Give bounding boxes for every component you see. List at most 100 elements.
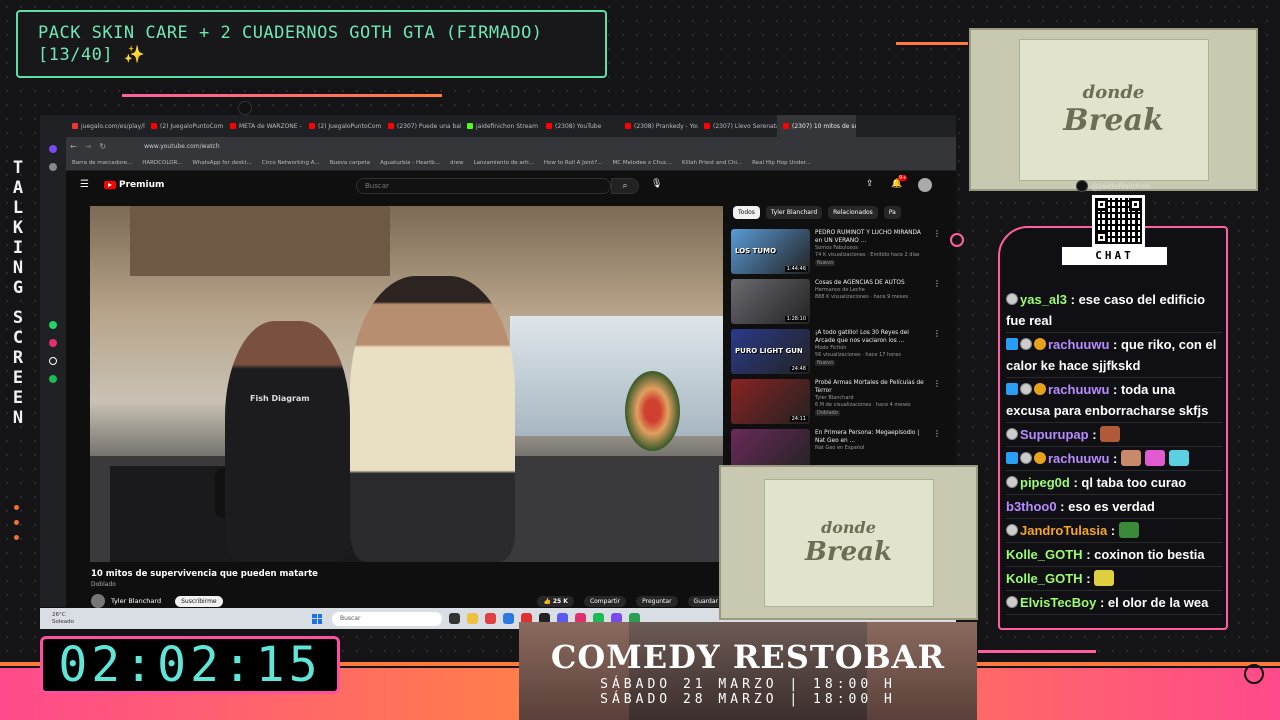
bookmark-item[interactable]: Aguaturbia - Heartb... xyxy=(380,160,440,166)
skull-badge-icon xyxy=(1006,476,1018,488)
filter-chip[interactable]: Todos xyxy=(733,206,760,219)
back-icon[interactable]: ← xyxy=(70,142,77,151)
more-options-icon[interactable]: ⋮ xyxy=(933,229,941,275)
suggestion-thumbnail[interactable]: LOS TUMO 1:44:46 xyxy=(731,229,810,274)
create-icon[interactable]: ⇪ xyxy=(866,179,874,189)
bookmark-item[interactable]: drew xyxy=(450,160,464,166)
suggestion-item[interactable]: 24:11 Probé Armas Mortales de Películas d… xyxy=(731,379,941,425)
taskbar-app-icon[interactable] xyxy=(503,613,514,624)
bookmark-item[interactable]: Killah Priest and Chi... xyxy=(682,160,742,166)
browser-tab[interactable]: (2) JuegaloPuntoCom - xyxy=(303,123,382,130)
chat-username[interactable]: rachuuwu xyxy=(1048,337,1109,352)
suggestion-item[interactable]: 1:28:10 Cosas de AGENCIAS DE AUTOS Hermano… xyxy=(731,279,941,325)
suggestion-title[interactable]: Probé Armas Mortales de Películas de Ter… xyxy=(815,379,928,395)
suggestion-title[interactable]: PEDRO RUMINOT Y LUCHO MIRANDA en UN VERA… xyxy=(815,229,928,245)
more-options-icon[interactable]: ⋮ xyxy=(933,329,941,375)
sidebar-icon-search[interactable] xyxy=(49,163,57,171)
bookmark-item[interactable]: HARDCOLOR... xyxy=(142,160,182,166)
filter-chip[interactable]: Pa xyxy=(883,206,901,219)
browser-tab[interactable]: (2) JuegaloPuntoCom - xyxy=(145,123,224,130)
forward-icon[interactable]: → xyxy=(85,142,92,151)
chat-username[interactable]: b3thoo0 xyxy=(1006,499,1057,514)
bookmark-item[interactable]: Circo Networking A... xyxy=(262,160,320,166)
ask-button[interactable]: Preguntar xyxy=(636,595,678,607)
sidebar-icon-instagram[interactable] xyxy=(49,339,57,347)
search-input[interactable]: Buscar xyxy=(356,178,611,194)
bookmark-item[interactable]: MC Melodee x Chuc... xyxy=(613,160,672,166)
bookmark-item[interactable]: Nueva carpeta xyxy=(330,160,370,166)
prime-badge-icon xyxy=(1006,452,1018,464)
chat-username[interactable]: rachuuwu xyxy=(1048,382,1109,397)
channel-name[interactable]: Tyler Blanchard xyxy=(111,597,161,605)
chat-username[interactable]: JandroTulasia xyxy=(1020,523,1107,538)
browser-sidebar xyxy=(40,137,66,607)
chat-username[interactable]: rachuuwu xyxy=(1048,451,1109,466)
taskbar-app-icon[interactable] xyxy=(449,613,460,624)
suggestion-item[interactable]: LOS TUMO 1:44:46 PEDRO RUMINOT Y LUCHO MIR… xyxy=(731,229,941,275)
channel-avatar[interactable] xyxy=(91,594,105,608)
taskbar-app-icon[interactable] xyxy=(467,613,478,624)
menu-icon[interactable]: ☰ xyxy=(80,179,89,190)
bookmark-item[interactable]: How to Roll A Joint?... xyxy=(544,160,603,166)
bookmark-item[interactable]: Real Hip Hop Under... xyxy=(752,160,811,166)
avatar[interactable] xyxy=(918,178,932,192)
filter-chip[interactable]: Relacionados xyxy=(828,206,878,219)
sidebar-icon-home[interactable] xyxy=(49,145,57,153)
suggestion-tag: Doblado xyxy=(815,410,840,416)
browser-tab[interactable]: (2308) YouTube xyxy=(540,123,619,130)
weather-widget[interactable]: 26°C Soleado xyxy=(52,612,272,626)
youtube-logo[interactable]: Premium xyxy=(104,180,164,190)
bookmark-item[interactable]: WhatsApp for deskt... xyxy=(192,160,251,166)
tab-favicon-icon xyxy=(151,123,157,129)
windows-start-icon[interactable] xyxy=(312,613,322,624)
suggestion-thumbnail[interactable]: PURO LIGHT GUN 24:48 xyxy=(731,329,810,374)
suggestion-item[interactable]: PURO LIGHT GUN 24:48 ¡A todo gatillo! Los … xyxy=(731,329,941,375)
chat-username[interactable]: Kolle_GOTH xyxy=(1006,547,1083,562)
suggestion-channel[interactable]: Hermanos de Leche xyxy=(815,287,908,294)
suggestion-title[interactable]: Cosas de AGENCIAS DE AUTOS xyxy=(815,279,908,287)
suggestion-title[interactable]: En Primera Persona: Megaepisodio | Nat G… xyxy=(815,429,928,445)
sidebar-icon-tiktok[interactable] xyxy=(49,357,57,365)
taskbar-app-icon[interactable] xyxy=(485,613,496,624)
suggestion-channel[interactable]: Somos Fabulosos xyxy=(815,245,928,252)
chat-separator: : xyxy=(1107,523,1119,538)
suggestion-title[interactable]: ¡A todo gatillo! Los 30 Reyes del Arcade… xyxy=(815,329,928,345)
subscribe-button[interactable]: Suscribirme xyxy=(175,595,223,607)
bookmark-item[interactable]: Lanzamiento de arti... xyxy=(474,160,534,166)
sidebar-icon-whatsapp[interactable] xyxy=(49,321,57,329)
share-button[interactable]: Compartir xyxy=(583,595,627,607)
reload-icon[interactable]: ↻ xyxy=(99,142,106,151)
browser-tab[interactable]: (2307) Puede una bala s xyxy=(382,123,461,130)
sidebar-icon-spotify[interactable] xyxy=(49,375,57,383)
chat-username[interactable]: ElvisTecBoy xyxy=(1020,595,1096,610)
filter-chip[interactable]: Tyler Blanchard xyxy=(765,206,823,219)
chat-label: CHAT xyxy=(1062,247,1167,265)
chat-username[interactable]: pipeg0d xyxy=(1020,475,1070,490)
search-icon[interactable]: ⌕ xyxy=(611,178,639,194)
suggestion-channel[interactable]: Nat Geo en Español xyxy=(815,445,928,452)
video-duration: 24:48 xyxy=(789,366,808,372)
address-bar[interactable]: ← → ↻ www.youtube.com/watch xyxy=(40,137,956,155)
url-text[interactable]: www.youtube.com/watch xyxy=(144,143,220,150)
suggestion-channel[interactable]: Tyler Blanchard xyxy=(815,395,928,402)
suggestion-channel[interactable]: Modo Fictión xyxy=(815,345,928,352)
browser-tab[interactable]: (2307) 10 mitos de su xyxy=(777,115,856,137)
like-button[interactable]: 👍 25 K xyxy=(537,595,574,607)
browser-tab[interactable]: jaidefinichon Stream - V xyxy=(461,123,540,130)
more-options-icon[interactable]: ⋮ xyxy=(933,279,941,325)
suggestion-thumbnail[interactable]: 24:11 xyxy=(731,379,810,424)
video-player[interactable]: Fish Diagram xyxy=(90,206,723,562)
weather-temp: 26°C xyxy=(52,611,66,618)
taskbar-search[interactable]: Buscar xyxy=(332,611,442,626)
browser-tab[interactable]: META de WARZONE - M xyxy=(224,123,303,130)
suggestion-thumbnail[interactable]: 1:28:10 xyxy=(731,279,810,324)
chat-username[interactable]: Kolle_GOTH xyxy=(1006,571,1083,586)
browser-tab[interactable]: (2308) Prankedy - YouTu xyxy=(619,123,698,130)
bookmark-item[interactable]: Barra de marcadore... xyxy=(72,160,132,166)
more-options-icon[interactable]: ⋮ xyxy=(933,379,941,425)
browser-tab[interactable]: juegalo.com/es/play/le xyxy=(66,123,145,130)
browser-tab[interactable]: (2307) Llevo Serenata G xyxy=(698,123,777,130)
chat-username[interactable]: Supurupap xyxy=(1020,427,1089,442)
chat-username[interactable]: yas_al3 xyxy=(1020,292,1067,307)
mic-icon[interactable]: 🎙 xyxy=(651,179,662,189)
